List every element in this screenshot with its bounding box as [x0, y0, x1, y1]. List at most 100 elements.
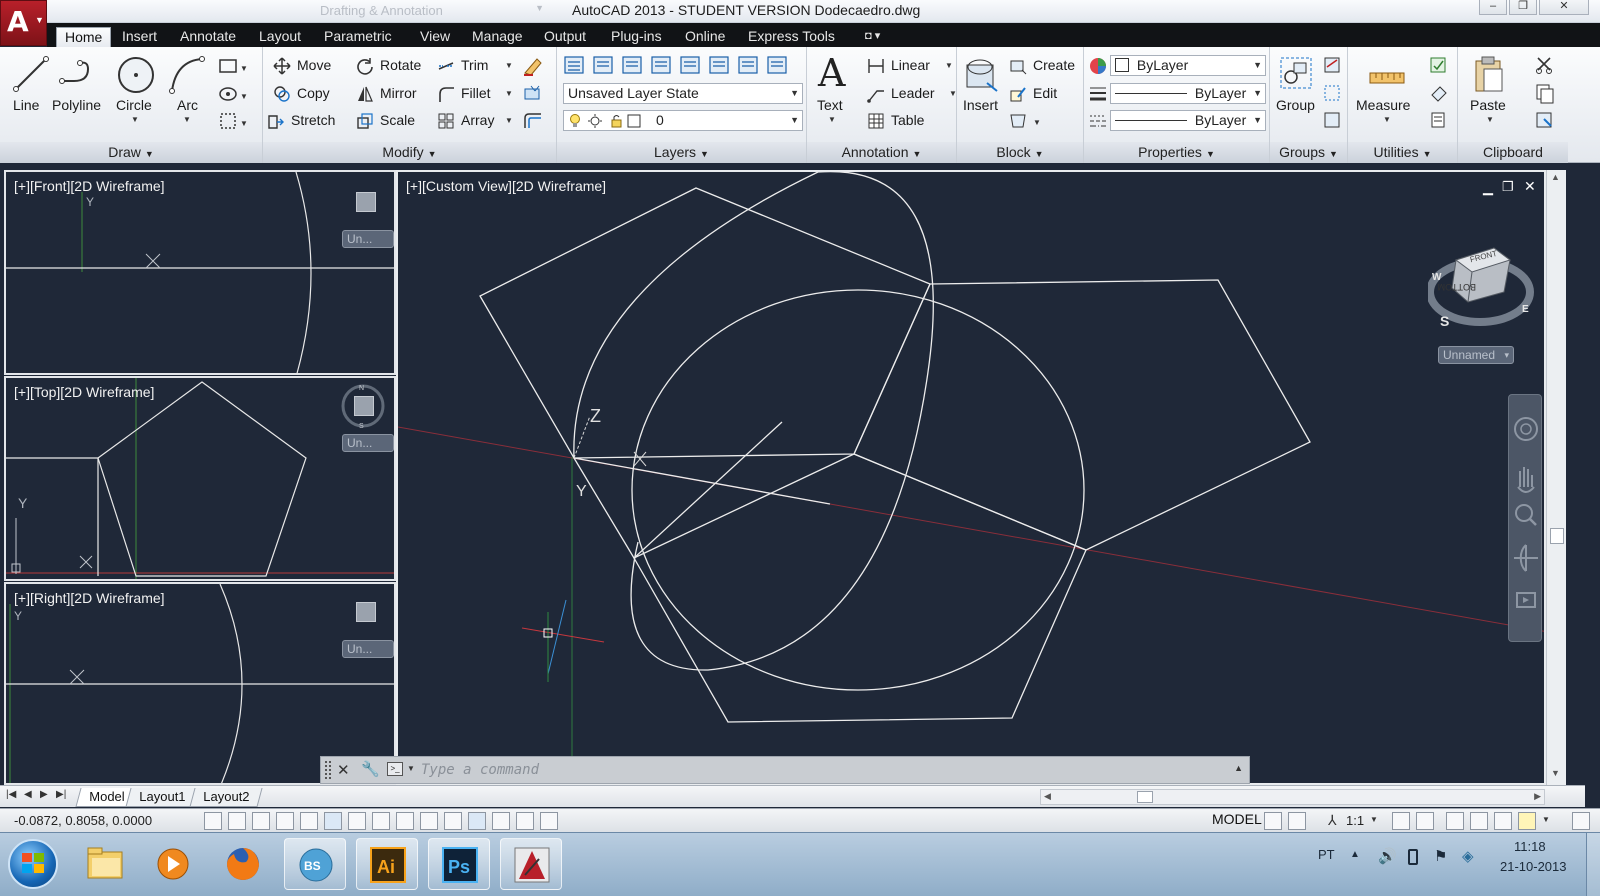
taskbar-autocad[interactable] [500, 838, 562, 890]
tab-view[interactable]: View [412, 27, 458, 47]
text-button[interactable]: A Text ▼ [815, 51, 853, 129]
create-block-button[interactable]: Create [1009, 55, 1081, 77]
dynamic-ucs-icon[interactable] [396, 812, 414, 830]
infer-constraints-icon[interactable] [204, 812, 222, 830]
layers-panel-title[interactable]: Layers ▼ [557, 142, 806, 163]
layout-tab-layout2[interactable]: Layout2 [189, 788, 263, 807]
viewcube-icon[interactable] [356, 192, 376, 212]
offset-icon[interactable] [521, 110, 545, 132]
workspace-selector[interactable]: Drafting & Annotation ▼ [320, 3, 550, 20]
polyline-button[interactable]: Polyline [52, 53, 110, 119]
object-snap-tracking-icon[interactable] [372, 812, 390, 830]
insert-block-button[interactable]: Insert [961, 53, 1003, 119]
3d-object-snap-icon[interactable] [348, 812, 366, 830]
taskbar-firefox[interactable] [212, 838, 274, 890]
taskbar-photoshop[interactable]: Ps [428, 838, 490, 890]
taskbar-explorer[interactable] [74, 838, 136, 890]
close-icon[interactable]: ✕ [337, 761, 350, 779]
quick-select-icon[interactable] [1428, 55, 1450, 131]
scroll-down-icon[interactable]: ▼ [1551, 768, 1560, 778]
hardware-acceleration-icon[interactable] [1494, 812, 1512, 830]
linear-dimension-button[interactable]: Linear ▼ [867, 55, 953, 77]
viewport-front-label[interactable]: [+][Front][2D Wireframe] [14, 178, 165, 194]
last-layout-icon[interactable]: ▶| [56, 789, 66, 800]
boundary-icon[interactable]: ▼ [218, 111, 248, 131]
coordinates-readout[interactable]: -0.0872, 0.8058, 0.0000 [14, 813, 152, 828]
circle-button[interactable]: Circle ▼ [114, 53, 158, 127]
selection-cycling-icon[interactable] [516, 812, 534, 830]
properties-panel-title[interactable]: Properties ▼ [1084, 142, 1269, 163]
scroll-thumb[interactable] [1137, 791, 1153, 803]
named-view-button[interactable]: Un... [342, 640, 394, 658]
quick-properties-icon[interactable] [492, 812, 510, 830]
move-button[interactable]: Move [273, 55, 343, 77]
trim-button[interactable]: Trim ▼ [437, 55, 517, 77]
battery-icon[interactable] [1408, 849, 1418, 865]
annotation-panel-title[interactable]: Annotation ▼ [807, 142, 956, 163]
drawing-area[interactable]: Y [+][Front][2D Wireframe] Un... Y N S [… [0, 170, 1585, 785]
command-line[interactable]: ✕ 🔧 >_ ▼ Type a command ▲ [320, 756, 1250, 784]
minimize-button[interactable]: – [1479, 0, 1507, 15]
volume-icon[interactable]: 🔊 [1378, 847, 1397, 865]
clock-date[interactable]: 21-10-2013 [1500, 859, 1567, 874]
restore-viewport-icon[interactable]: ❐ [1502, 179, 1514, 195]
language-indicator[interactable]: PT [1318, 847, 1335, 862]
restore-button[interactable]: ❐ [1509, 0, 1537, 15]
steering-wheel-icon[interactable] [1514, 417, 1538, 441]
lineweight-dropdown[interactable]: ByLayer ▼ [1110, 83, 1266, 104]
measure-button[interactable]: Measure ▼ [1356, 53, 1418, 127]
scroll-thumb[interactable] [1550, 528, 1564, 544]
start-button[interactable] [8, 839, 58, 889]
first-layout-icon[interactable]: |◀ [6, 789, 16, 800]
color-dropdown[interactable]: ByLayer ▼ [1110, 55, 1266, 76]
close-viewport-icon[interactable]: ✕ [1524, 178, 1536, 195]
command-prompt-icon[interactable]: >_ [387, 762, 403, 776]
tab-home[interactable]: Home [56, 27, 112, 47]
auto-scale-icon[interactable] [1416, 812, 1434, 830]
viewcube-icon[interactable] [354, 396, 374, 416]
taskbar-illustrator[interactable]: Ai [356, 838, 418, 890]
lineweight-toggle-icon[interactable] [444, 812, 462, 830]
rectangle-icon[interactable]: ▼ [218, 56, 248, 76]
annotation-visibility-icon[interactable] [1392, 812, 1410, 830]
show-desktop-button[interactable] [1586, 833, 1600, 896]
tab-parametric[interactable]: Parametric [316, 27, 400, 47]
wrench-icon[interactable]: 🔧 [361, 760, 380, 778]
transparency-icon[interactable] [468, 812, 486, 830]
paste-button[interactable]: Paste ▼ [1466, 53, 1512, 127]
viewport-custom[interactable]: Z Y [+][Custom View][2D Wireframe] ▁ ❐ ✕ [396, 170, 1546, 785]
dynamic-input-icon[interactable] [420, 812, 438, 830]
command-input[interactable]: Type a command [421, 762, 539, 778]
ungroup-icon[interactable] [1322, 55, 1344, 131]
mirror-button[interactable]: Mirror [356, 83, 430, 105]
edit-block-button[interactable]: Edit [1009, 83, 1081, 105]
viewcube-icon[interactable] [356, 602, 376, 622]
stretch-button[interactable]: Stretch [267, 110, 343, 132]
annotation-scale-value[interactable]: 1:1 [1346, 813, 1364, 828]
groups-panel-title[interactable]: Groups ▼ [1270, 142, 1347, 163]
block-panel-title[interactable]: Block ▼ [957, 142, 1083, 163]
scroll-up-icon[interactable]: ▲ [1551, 172, 1560, 182]
erase-icon[interactable] [521, 55, 545, 77]
workspace-switching-icon[interactable] [1446, 812, 1464, 830]
chevron-up-icon[interactable]: ▲ [1234, 763, 1243, 773]
tab-online[interactable]: Online [677, 27, 733, 47]
named-view-button[interactable]: Unnamed ▾ [1438, 346, 1514, 364]
quick-view-layouts-icon[interactable] [1264, 812, 1282, 830]
zoom-icon[interactable] [1515, 504, 1533, 522]
viewcube[interactable]: FRONT BOTTOM W E S [1428, 230, 1538, 340]
viewport-right-label[interactable]: [+][Right][2D Wireframe] [14, 590, 165, 606]
viewport-right[interactable]: Y [+][Right][2D Wireframe] Un... [4, 582, 396, 785]
drag-handle-icon[interactable] [325, 761, 331, 779]
grid-display-icon[interactable] [252, 812, 270, 830]
tab-insert[interactable]: Insert [114, 27, 165, 47]
fillet-button[interactable]: Fillet ▼ [437, 83, 517, 105]
layer-dropdown[interactable]: 0 ▼ [563, 110, 803, 131]
horizontal-scrollbar[interactable]: ◀ ▶ [1040, 789, 1545, 805]
viewport-front[interactable]: Y [+][Front][2D Wireframe] Un... [4, 170, 396, 375]
copy-button[interactable]: Copy [273, 83, 343, 105]
vertical-scrollbar[interactable]: ▲ ▼ [1546, 170, 1566, 785]
named-view-button[interactable]: Un... [342, 230, 394, 248]
named-view-button[interactable]: Un... [342, 434, 394, 452]
taskbar-bs-player[interactable]: BS [284, 838, 346, 890]
